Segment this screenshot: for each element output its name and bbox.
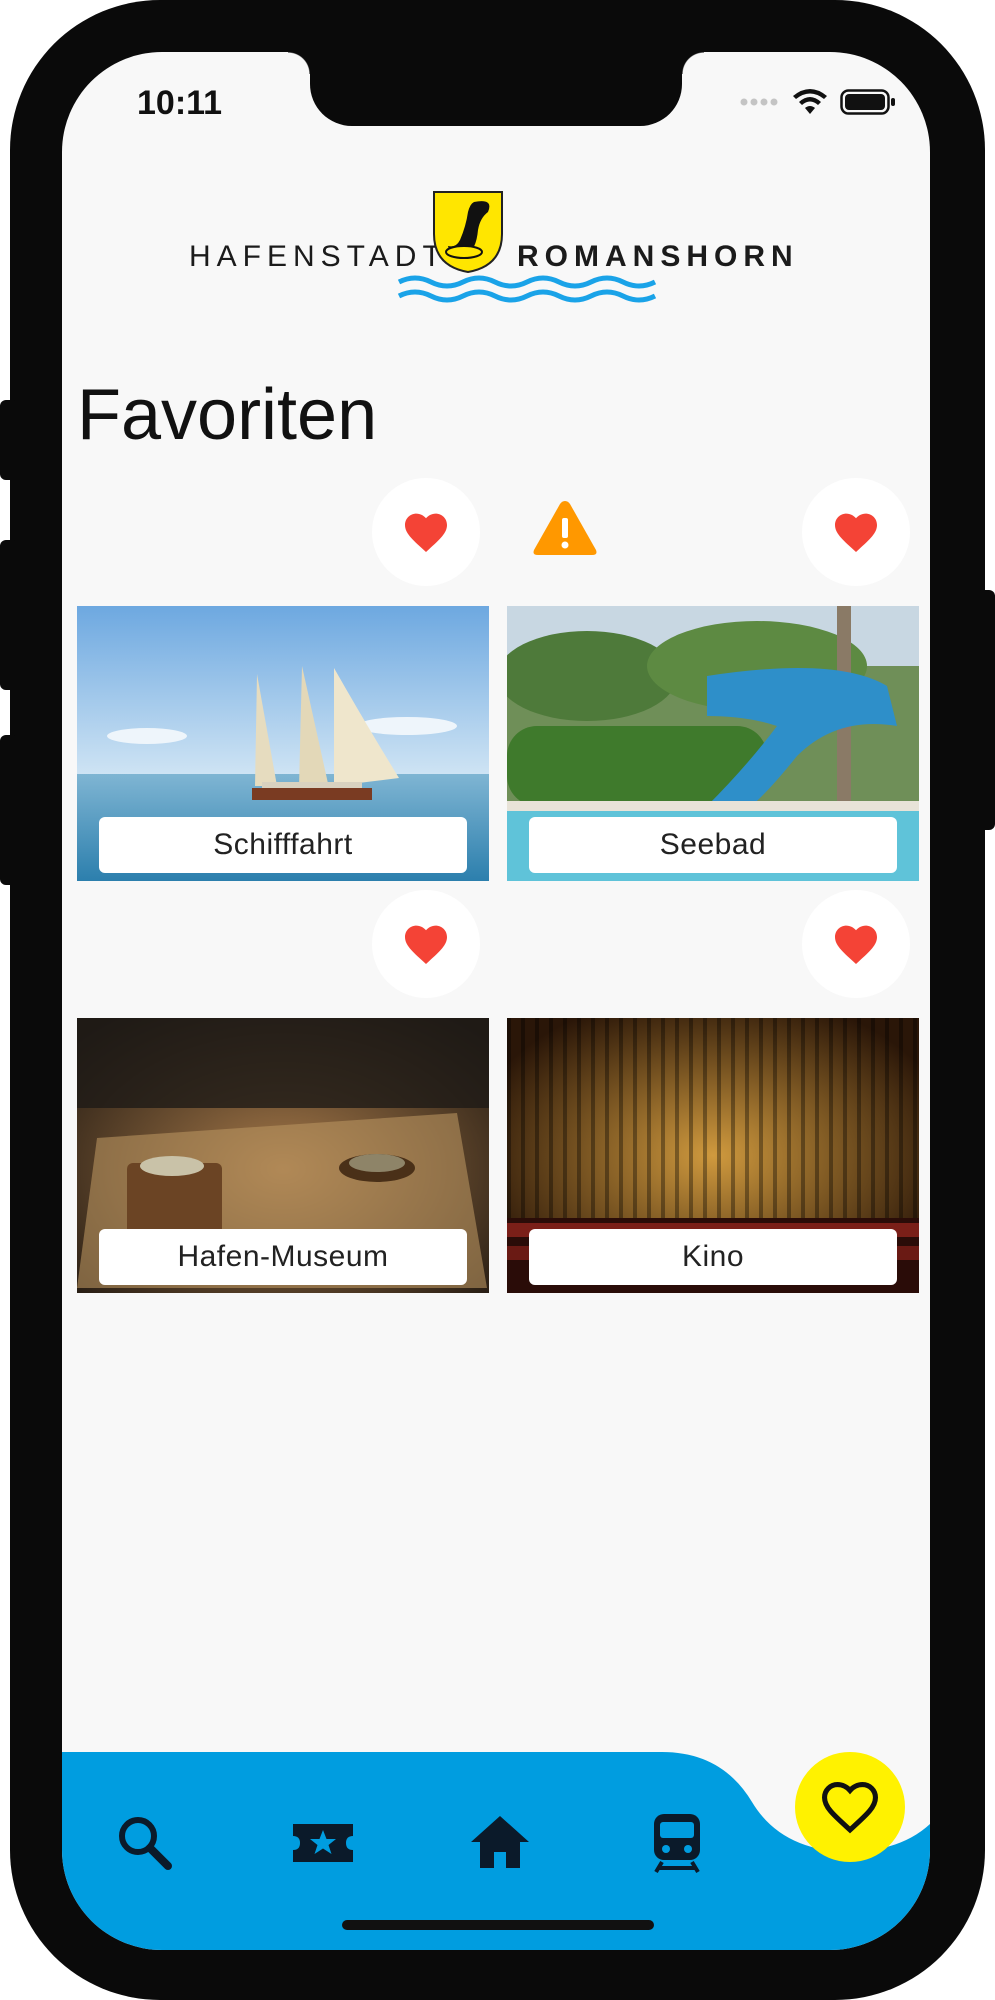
card-label: Schifffahrt — [99, 817, 467, 873]
card-label: Hafen-Museum — [99, 1229, 467, 1285]
card-schifffahrt[interactable]: Schifffahrt — [77, 606, 489, 881]
waves-icon — [397, 275, 657, 303]
romanshorn-logo: HAFENSTADT ROMANSHORN — [187, 190, 807, 310]
heart-outline-icon — [821, 1782, 879, 1834]
heart-filled-icon — [405, 925, 447, 964]
card-kino[interactable]: Kino — [507, 1018, 919, 1293]
heart-filled-icon — [835, 513, 877, 552]
page-title: Favoriten — [77, 375, 378, 455]
cellular-signal-icon — [740, 98, 778, 106]
coat-of-arms-icon — [433, 191, 503, 274]
app-screen: 10:11 HAFENSTADT ROMANSHORN Favoriten Sc… — [62, 52, 930, 1950]
volume-down-button — [0, 735, 18, 885]
favorites-fab[interactable] — [795, 1752, 905, 1862]
status-time: 10:11 — [137, 84, 223, 122]
card-label: Kino — [529, 1229, 897, 1285]
card-seebad[interactable]: Seebad — [507, 606, 919, 881]
favorite-toggle-schifffahrt[interactable] — [372, 478, 480, 586]
home-indicator[interactable] — [342, 1920, 654, 1930]
volume-up-button — [0, 540, 18, 690]
battery-icon — [840, 89, 895, 115]
warning-icon — [533, 501, 597, 555]
ticket-star-icon[interactable] — [290, 1810, 356, 1876]
card-label: Seebad — [529, 817, 897, 873]
heart-filled-icon — [835, 925, 877, 964]
status-icons — [740, 88, 896, 116]
notch — [288, 52, 704, 126]
home-icon[interactable] — [467, 1810, 533, 1876]
search-icon[interactable] — [112, 1810, 178, 1876]
wifi-icon — [793, 89, 827, 114]
favorite-toggle-hafen-museum[interactable] — [372, 890, 480, 998]
logo-text-hafenstadt: HAFENSTADT — [189, 240, 447, 273]
card-hafen-museum[interactable]: Hafen-Museum — [77, 1018, 489, 1293]
train-icon[interactable] — [644, 1810, 710, 1876]
favorite-toggle-seebad[interactable] — [802, 478, 910, 586]
logo-text-romanshorn: ROMANSHORN — [517, 240, 799, 273]
favorite-toggle-kino[interactable] — [802, 890, 910, 998]
power-button — [977, 590, 995, 830]
mute-switch — [0, 400, 18, 480]
heart-filled-icon — [405, 513, 447, 552]
